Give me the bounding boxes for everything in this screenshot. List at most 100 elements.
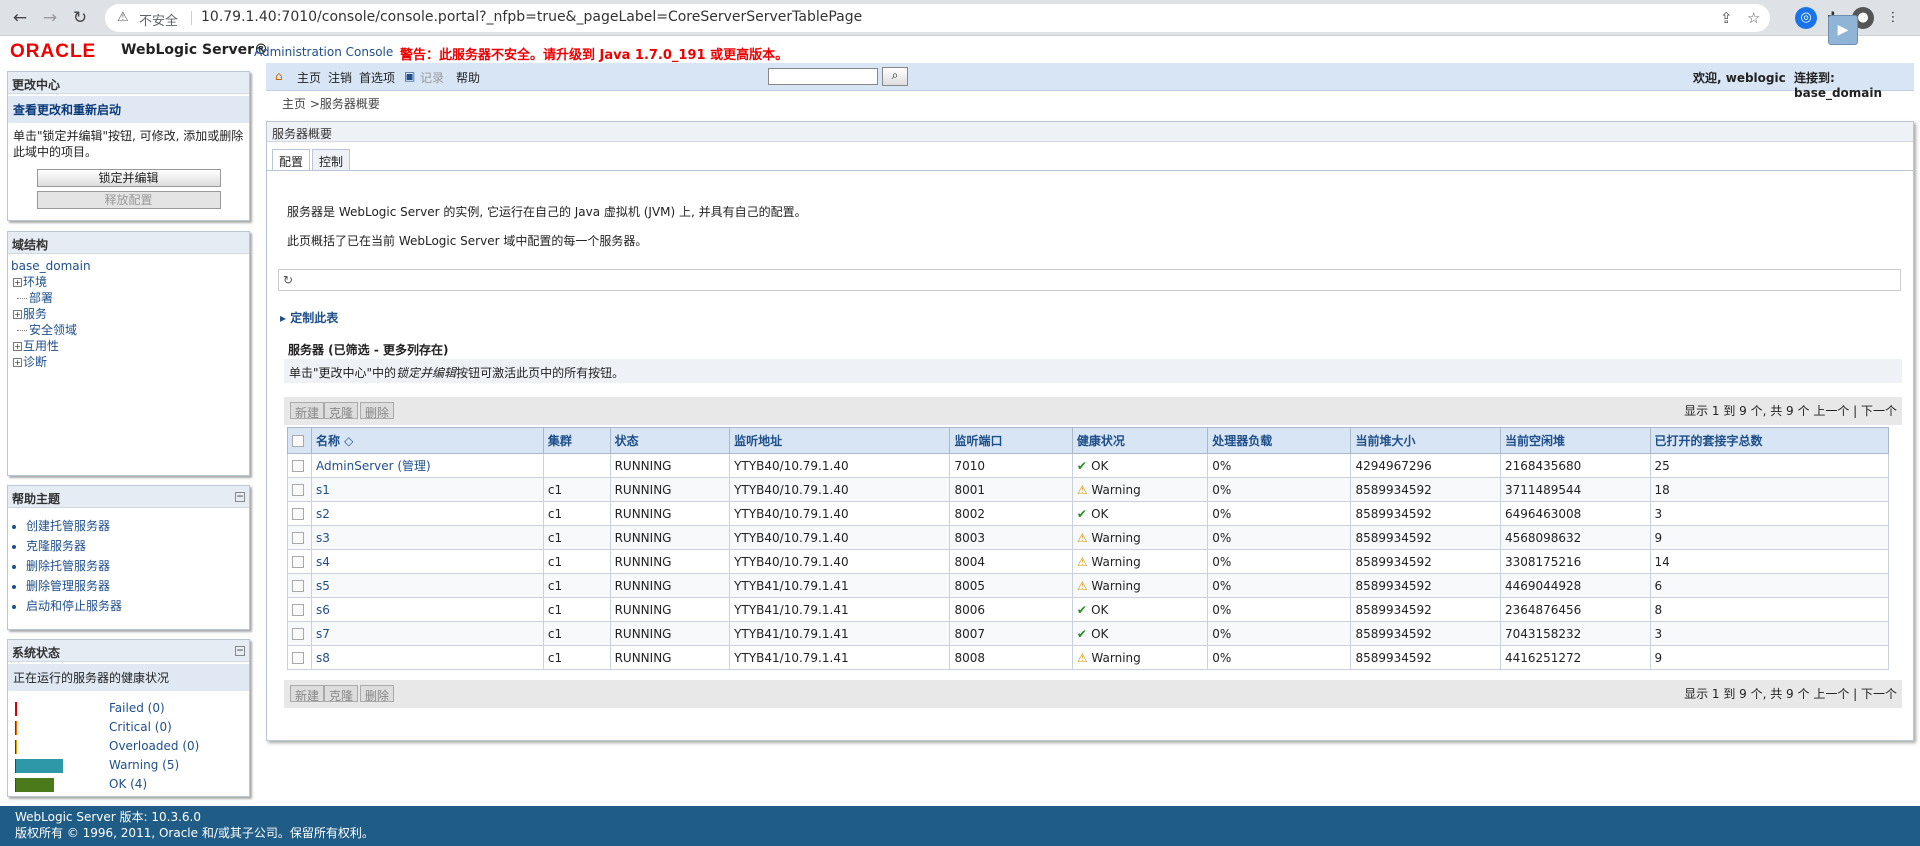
customize-table-link[interactable]: ▸ 定制此表 (280, 309, 338, 326)
record-icon[interactable]: ▣ (404, 69, 415, 83)
help-link[interactable]: 克隆服务器 (26, 539, 86, 553)
expand-icon[interactable]: + (13, 358, 22, 367)
tree-root[interactable]: base_domain (11, 258, 246, 274)
home-link[interactable]: 主页 (297, 69, 321, 86)
row-checkbox[interactable] (292, 628, 304, 640)
bookmark-star-icon[interactable]: ☆ (1747, 9, 1760, 27)
status-link[interactable]: Critical (0) (109, 720, 172, 734)
refresh-icon[interactable]: ↻ (279, 270, 297, 290)
select-all-checkbox[interactable] (292, 435, 304, 447)
breadcrumb[interactable]: 主页 >服务器概要 (282, 95, 380, 112)
row-checkbox[interactable] (292, 508, 304, 520)
new-button[interactable]: 新建 (290, 685, 325, 703)
column-header[interactable]: 已打开的套接字总数 (1649, 427, 1889, 454)
record-link[interactable]: 记录 (420, 69, 444, 86)
expand-icon[interactable]: + (13, 310, 22, 319)
server-name-link[interactable]: s6 (310, 597, 544, 622)
preferences-link[interactable]: 首选项 (359, 69, 395, 86)
row-select-cell[interactable] (287, 597, 312, 622)
row-checkbox[interactable] (292, 652, 304, 664)
release-config-button[interactable]: 释放配置 (36, 191, 221, 209)
reload-icon[interactable]: ↻ (68, 6, 92, 30)
table-cell: 8589934592 (1350, 573, 1501, 598)
search-button[interactable]: ⌕ (882, 67, 908, 86)
pager[interactable]: 显示 1 到 9 个, 共 9 个 上一个 | 下一个 (1684, 685, 1897, 702)
tab-control[interactable]: 控制 (312, 149, 351, 171)
select-all-cell[interactable] (287, 427, 312, 454)
server-name-link[interactable]: s8 (310, 645, 544, 670)
row-select-cell[interactable] (287, 525, 312, 550)
table-cell: 8001 (949, 477, 1073, 502)
tree-item-interop[interactable]: 互用性 (23, 339, 59, 353)
column-header[interactable]: 监听地址 (729, 427, 951, 454)
server-name-link[interactable]: s2 (310, 501, 544, 526)
expand-icon[interactable]: + (13, 278, 22, 287)
column-header[interactable]: 当前堆大小 (1350, 427, 1501, 454)
row-checkbox[interactable] (292, 484, 304, 496)
extension-icon[interactable]: ◎ (1795, 7, 1817, 29)
tree-item-services[interactable]: 服务 (23, 307, 47, 321)
clone-button[interactable]: 克隆 (324, 402, 359, 420)
column-header[interactable]: 当前空闲堆 (1499, 427, 1651, 454)
server-name-link[interactable]: s4 (310, 549, 544, 574)
row-checkbox[interactable] (292, 604, 304, 616)
menu-icon[interactable]: ⋮ (1882, 7, 1904, 29)
address-bar[interactable]: ⚠ 不安全 10.79.1.40:7010/console/console.po… (105, 4, 1770, 32)
expand-icon[interactable]: + (13, 342, 22, 351)
search-input[interactable] (768, 68, 878, 85)
server-name-link[interactable]: s3 (310, 525, 544, 550)
row-checkbox[interactable] (292, 556, 304, 568)
delete-button[interactable]: 删除 (360, 402, 395, 420)
tab-config[interactable]: 配置 (272, 149, 311, 171)
help-link[interactable]: 创建托管服务器 (26, 519, 110, 533)
status-link[interactable]: OK (4) (109, 777, 147, 791)
tree-item-env[interactable]: 环境 (23, 275, 47, 289)
url-text[interactable]: 10.79.1.40:7010/console/console.portal?_… (201, 9, 862, 25)
column-header[interactable]: 状态 (609, 427, 731, 454)
back-icon[interactable]: ← (8, 6, 32, 30)
row-select-cell[interactable] (287, 501, 312, 526)
row-select-cell[interactable] (287, 453, 312, 478)
help-link[interactable]: 删除管理服务器 (26, 579, 110, 593)
ext-overlay-icon[interactable]: ▶ (1828, 15, 1858, 45)
column-header[interactable]: 名称 ◇ (310, 427, 544, 454)
row-checkbox[interactable] (292, 580, 304, 592)
column-header[interactable]: 处理器负载 (1207, 427, 1352, 454)
pager[interactable]: 显示 1 到 9 个, 共 9 个 上一个 | 下一个 (1684, 402, 1897, 419)
status-link[interactable]: Failed (0) (109, 701, 165, 715)
health-text: Warning (1091, 482, 1141, 497)
row-select-cell[interactable] (287, 549, 312, 574)
help-link[interactable]: 启动和停止服务器 (26, 599, 122, 613)
lock-edit-button[interactable]: 锁定并编辑 (36, 169, 221, 187)
collapse-icon[interactable]: − (235, 492, 245, 502)
view-changes-link[interactable]: 查看更改和重新启动 (8, 96, 249, 123)
collapse-icon[interactable]: − (235, 646, 245, 656)
help-link[interactable]: 删除托管服务器 (26, 559, 110, 573)
server-name-link[interactable]: s1 (310, 477, 544, 502)
status-link[interactable]: Overloaded (0) (109, 739, 199, 753)
column-header[interactable]: 监听端口 (949, 427, 1073, 454)
tree-item-security[interactable]: 安全领域 (29, 323, 77, 337)
server-name-link[interactable]: s7 (310, 621, 544, 646)
clone-button[interactable]: 克隆 (324, 685, 359, 703)
row-select-cell[interactable] (287, 645, 312, 670)
row-select-cell[interactable] (287, 477, 312, 502)
row-checkbox[interactable] (292, 532, 304, 544)
logout-link[interactable]: 注销 (328, 69, 352, 86)
tree-item-diag[interactable]: 诊断 (23, 355, 47, 369)
row-select-cell[interactable] (287, 573, 312, 598)
column-header[interactable]: 健康状况 (1071, 427, 1209, 454)
tree-item-deploy[interactable]: 部署 (29, 291, 53, 305)
home-icon[interactable]: ⌂ (275, 69, 283, 83)
server-name-link[interactable]: AdminServer (管理) (310, 453, 544, 478)
share-icon[interactable]: ⇪ (1720, 9, 1733, 27)
row-select-cell[interactable] (287, 621, 312, 646)
forward-icon[interactable]: → (38, 6, 62, 30)
new-button[interactable]: 新建 (290, 402, 325, 420)
delete-button[interactable]: 删除 (360, 685, 395, 703)
help-link[interactable]: 帮助 (456, 69, 480, 86)
column-header[interactable]: 集群 (542, 427, 611, 454)
status-link[interactable]: Warning (5) (109, 758, 179, 772)
row-checkbox[interactable] (292, 460, 304, 472)
server-name-link[interactable]: s5 (310, 573, 544, 598)
